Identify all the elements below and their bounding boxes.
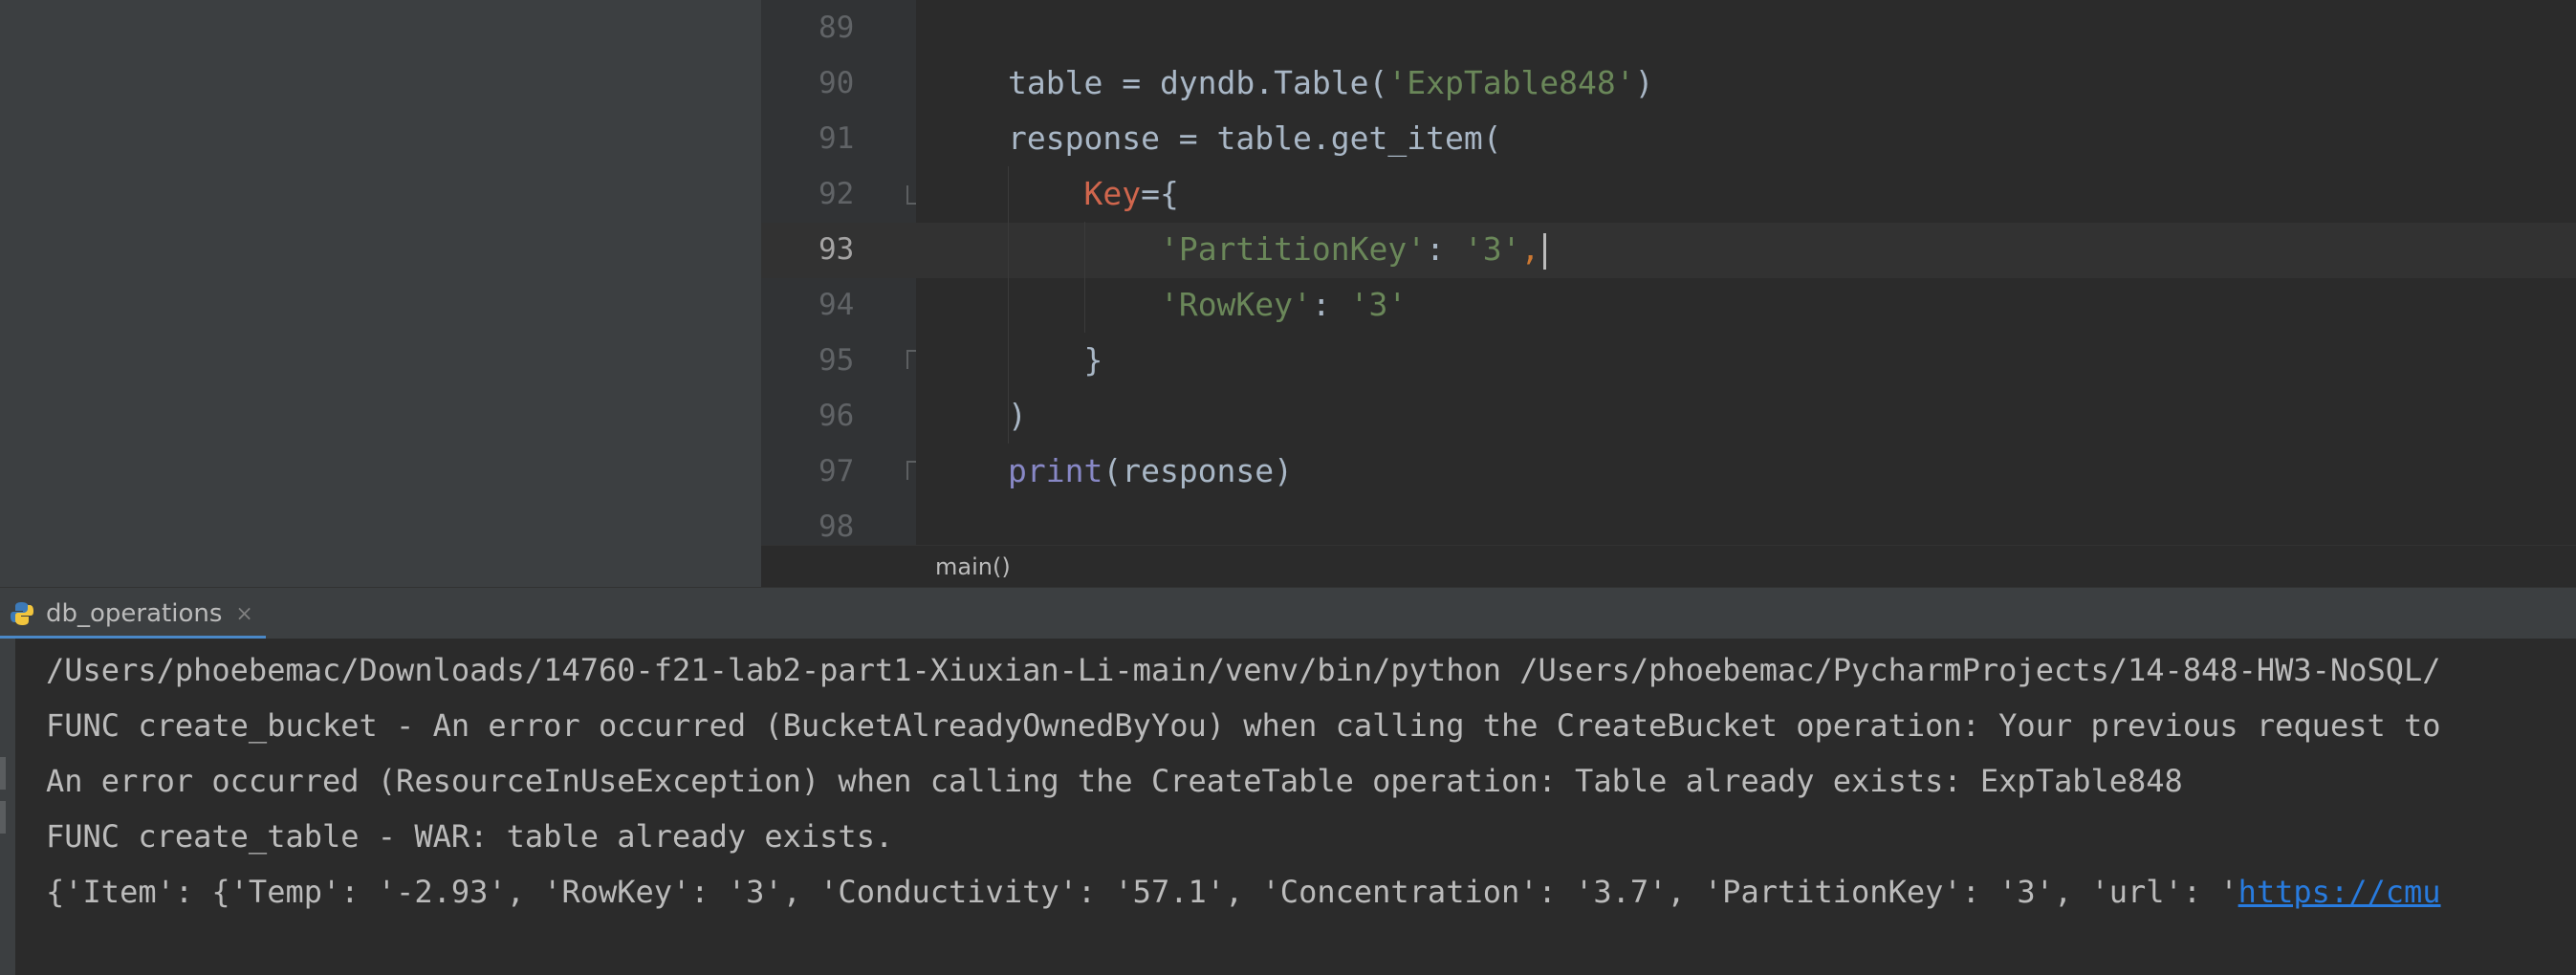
code-line-96: ) — [1008, 388, 1027, 444]
code-line-93: 'PartitionKey': '3', — [1008, 222, 1547, 277]
console-link[interactable]: https://cmu — [2238, 874, 2441, 910]
line-number: 95 — [819, 343, 855, 378]
code-line-95: } — [1008, 333, 1102, 388]
run-tab-db-operations[interactable]: db_operations × — [0, 588, 266, 639]
code-text: ) — [1634, 64, 1654, 101]
line-number-gutter: 89 90 91 92 93 94 95 96 97 98 — [761, 0, 924, 545]
line-number: 97 — [819, 454, 855, 488]
python-icon — [11, 602, 33, 625]
code-text: (response) — [1102, 452, 1294, 489]
code-string: 'PartitionKey' — [1159, 230, 1427, 268]
run-console[interactable]: /Users/phoebemac/Downloads/14760-f21-lab… — [0, 639, 2576, 975]
code-string: 'RowKey' — [1159, 286, 1312, 323]
code-string: 'ExpTable848' — [1387, 64, 1635, 101]
line-number: 92 — [819, 177, 855, 211]
code-editor[interactable]: table = dyndb.Table('ExpTable848') respo… — [916, 0, 2576, 545]
console-text: {'Item': {'Temp': '-2.93', 'RowKey': '3'… — [46, 874, 2238, 910]
code-line-92: Key={ — [1008, 166, 1179, 222]
line-number: 96 — [819, 399, 855, 433]
code-line-91: response = table.get_item( — [1008, 111, 1502, 166]
line-number: 89 — [819, 11, 855, 45]
line-number: 91 — [819, 121, 855, 156]
text-caret — [1543, 232, 1547, 270]
console-output-line: FUNC create_table - WAR: table already e… — [46, 818, 894, 855]
code-string: '3' — [1463, 230, 1521, 268]
code-line-90: table = dyndb.Table('ExpTable848') — [1008, 55, 1654, 111]
run-tab-label: db_operations — [46, 599, 223, 628]
breadcrumb-bar: main() — [761, 545, 2576, 588]
code-comma: , — [1520, 230, 1540, 268]
console-output-line: FUNC create_bucket - An error occurred (… — [46, 707, 2441, 744]
line-number: 90 — [819, 66, 855, 100]
code-string: '3' — [1349, 286, 1408, 323]
code-builtin: print — [1008, 452, 1103, 489]
code-text: : — [1311, 286, 1350, 323]
code-text: : — [1426, 230, 1464, 268]
line-number-current: 93 — [819, 232, 855, 267]
code-text: } — [1008, 341, 1103, 379]
console-output-line: {'Item': {'Temp': '-2.93', 'RowKey': '3'… — [46, 864, 2441, 920]
code-text: ) — [1008, 397, 1027, 434]
code-text: table = dyndb.Table( — [1008, 64, 1388, 101]
code-text: ={ — [1141, 175, 1179, 212]
code-text: response = table.get_item( — [1008, 119, 1502, 157]
code-keyword-arg: Key — [1083, 175, 1142, 212]
console-output-line: An error occurred (ResourceInUseExceptio… — [46, 763, 2183, 799]
run-tool-window-tabs: db_operations × — [0, 587, 2576, 639]
code-line-94: 'RowKey': '3' — [1008, 277, 1407, 333]
console-toolbar-marker — [0, 801, 6, 834]
code-line-97: print(response) — [1008, 444, 1293, 499]
console-output-line: /Users/phoebemac/Downloads/14760-f21-lab… — [46, 652, 2441, 688]
console-toolbar-marker — [0, 757, 6, 790]
line-number: 94 — [819, 288, 855, 322]
project-panel — [0, 0, 761, 587]
close-icon[interactable]: × — [235, 602, 252, 626]
breadcrumb-item[interactable]: main() — [935, 546, 1011, 588]
console-side-toolbar — [0, 639, 15, 975]
